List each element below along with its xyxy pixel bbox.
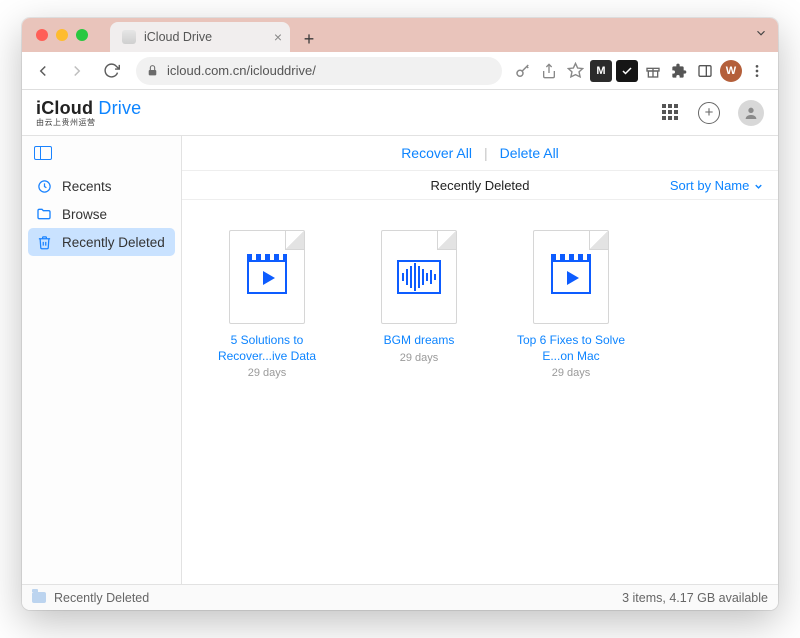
sidebar-item-label: Recents (62, 179, 112, 194)
file-item[interactable]: 5 Solutions to Recover...ive Data 29 day… (212, 230, 322, 379)
extension-gift-icon[interactable] (642, 60, 664, 82)
file-meta: 29 days (552, 367, 591, 379)
sidebar-item-recents[interactable]: Recents (28, 172, 175, 200)
delete-all-button[interactable]: Delete All (500, 145, 559, 161)
status-info: 3 items, 4.17 GB available (622, 591, 768, 605)
sidebar-item-label: Recently Deleted (62, 235, 165, 250)
sidebar-item-label: Browse (62, 207, 107, 222)
browser-menu-button[interactable] (746, 60, 768, 82)
profile-avatar-button[interactable]: W (720, 60, 742, 82)
file-meta: 29 days (400, 352, 439, 364)
audio-icon (397, 260, 441, 294)
main-content: Recover All | Delete All Recently Delete… (182, 136, 778, 584)
lock-icon (146, 64, 159, 77)
close-tab-icon[interactable]: × (274, 29, 282, 45)
side-panel-button[interactable] (694, 60, 716, 82)
status-bar: Recently Deleted 3 items, 4.17 GB availa… (22, 584, 778, 610)
star-icon[interactable] (564, 60, 586, 82)
close-window-icon[interactable] (36, 29, 48, 41)
list-title: Recently Deleted (431, 178, 530, 193)
browser-tabstrip: iCloud Drive × + (22, 18, 778, 52)
file-item[interactable]: Top 6 Fixes to Solve E...on Mac 29 days (516, 230, 626, 379)
folder-icon (36, 206, 52, 222)
app-header: iCloud Drive 由云上贵州运营 + (22, 90, 778, 136)
file-meta: 29 days (248, 367, 287, 379)
recover-all-button[interactable]: Recover All (401, 145, 472, 161)
sort-button[interactable]: Sort by Name (670, 178, 778, 193)
logo-subtitle: 由云上贵州运营 (36, 119, 141, 127)
status-path: Recently Deleted (54, 591, 149, 605)
file-thumbnail (229, 230, 305, 324)
logo-part1: iCloud (36, 98, 93, 118)
tab-list-button[interactable] (754, 26, 768, 40)
file-name: 5 Solutions to Recover...ive Data (212, 333, 322, 364)
toggle-sidebar-icon[interactable] (34, 146, 52, 160)
file-name: Top 6 Fixes to Solve E...on Mac (516, 333, 626, 364)
file-name: BGM dreams (384, 333, 455, 349)
share-icon[interactable] (538, 60, 560, 82)
file-grid: 5 Solutions to Recover...ive Data 29 day… (182, 200, 778, 584)
sidebar: Recents Browse Recently Deleted (22, 136, 182, 584)
separator: | (484, 145, 488, 161)
file-item[interactable]: BGM dreams 29 days (364, 230, 474, 364)
trash-icon (36, 234, 52, 250)
apple-favicon (122, 30, 136, 44)
movie-icon (247, 260, 287, 294)
maximize-window-icon[interactable] (76, 29, 88, 41)
action-bar: Recover All | Delete All (182, 136, 778, 170)
sidebar-item-browse[interactable]: Browse (28, 200, 175, 228)
browser-tab[interactable]: iCloud Drive × (110, 22, 290, 52)
sidebar-item-recently-deleted[interactable]: Recently Deleted (28, 228, 175, 256)
account-avatar-icon[interactable] (738, 100, 764, 126)
url-text: icloud.com.cn/iclouddrive/ (167, 63, 316, 78)
new-tab-button[interactable]: + (296, 26, 322, 52)
reload-button[interactable] (96, 57, 126, 85)
list-header: Recently Deleted Sort by Name (182, 170, 778, 200)
logo-part2: Drive (98, 98, 141, 118)
address-bar[interactable]: icloud.com.cn/iclouddrive/ (136, 57, 502, 85)
extension-m-icon[interactable]: M (590, 60, 612, 82)
upload-button[interactable]: + (698, 102, 720, 124)
movie-icon (551, 260, 591, 294)
extensions-puzzle-icon[interactable] (668, 60, 690, 82)
extension-check-icon[interactable] (616, 60, 638, 82)
folder-mini-icon (32, 592, 46, 603)
minimize-window-icon[interactable] (56, 29, 68, 41)
clock-icon (36, 178, 52, 194)
back-button[interactable] (28, 57, 58, 85)
browser-window: iCloud Drive × + icloud.com.cn/iclouddri… (22, 18, 778, 610)
window-controls (28, 18, 96, 52)
key-icon[interactable] (512, 60, 534, 82)
forward-button[interactable] (62, 57, 92, 85)
browser-toolbar: icloud.com.cn/iclouddrive/ M (22, 52, 778, 90)
app-logo[interactable]: iCloud Drive 由云上贵州运营 (36, 99, 141, 127)
file-thumbnail (381, 230, 457, 324)
apps-grid-icon[interactable] (662, 104, 680, 122)
file-thumbnail (533, 230, 609, 324)
tab-title: iCloud Drive (144, 30, 212, 44)
